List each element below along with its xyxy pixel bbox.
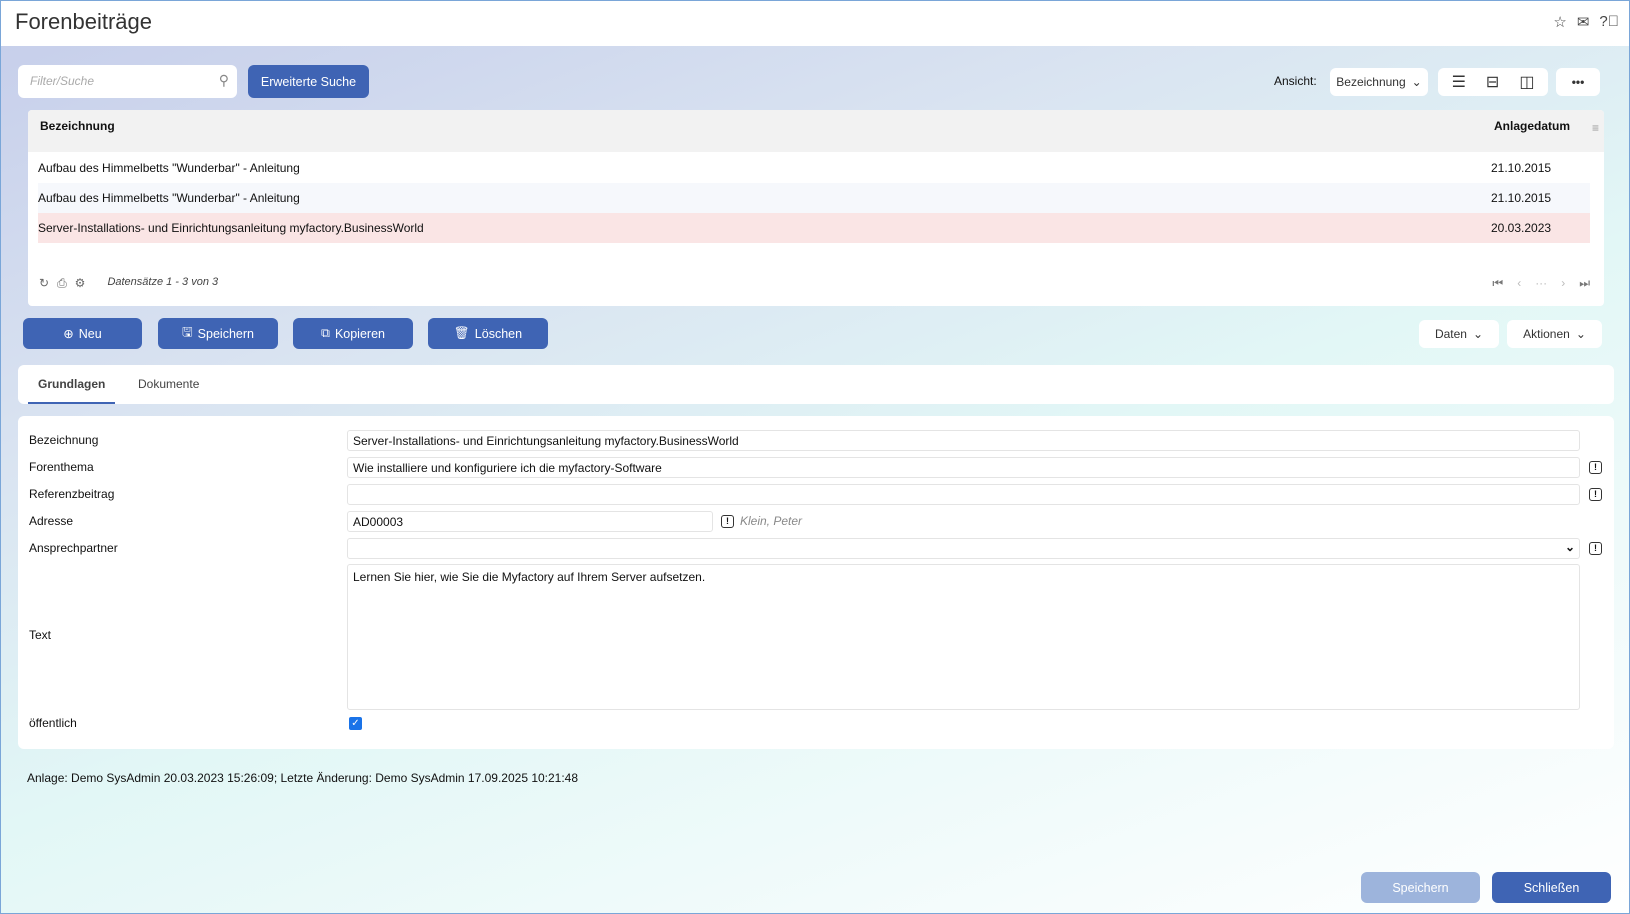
cell-bezeichnung: Server-Installations- und Einrichtungsan…	[38, 221, 424, 235]
label-adresse: Adresse	[29, 514, 74, 528]
column-menu-icon[interactable]: ≡	[1592, 121, 1599, 135]
tab-dokumente[interactable]: Dokumente	[128, 365, 209, 404]
save-button[interactable]: Speichern	[1361, 872, 1480, 903]
split-horizontal-icon[interactable]: ⊟	[1486, 72, 1499, 92]
more-options-button[interactable]: •••	[1556, 68, 1600, 96]
chevron-down-icon: ⌄	[1472, 327, 1484, 341]
audit-info: Anlage: Demo SysAdmin 20.03.2023 15:26:0…	[27, 771, 579, 785]
chevron-down-icon: ⌄	[1564, 540, 1575, 554]
label-bezeichnung: Bezeichnung	[29, 433, 99, 447]
adresse-field[interactable]: AD00003	[347, 511, 713, 532]
info-icon[interactable]: !	[721, 515, 734, 528]
star-icon[interactable]: ☆	[1553, 13, 1566, 31]
view-select-value: Bezeichnung	[1336, 75, 1406, 89]
advanced-search-button[interactable]: Erweiterte Suche	[248, 65, 369, 98]
help-icon[interactable]: ?⃝	[1599, 13, 1619, 31]
cell-datum: 20.03.2023	[1491, 221, 1552, 235]
delete-label: Löschen	[474, 326, 523, 341]
copy-icon: ⧉	[321, 326, 330, 340]
trash-icon: 🗑	[453, 326, 470, 340]
next-page-icon[interactable]: ›	[1561, 276, 1565, 291]
cell-bezeichnung: Aufbau des Himmelbetts "Wunderbar" - Anl…	[38, 161, 300, 175]
tab-grundlagen[interactable]: Grundlagen	[28, 365, 116, 404]
cell-bezeichnung: Aufbau des Himmelbetts "Wunderbar" - Anl…	[38, 191, 300, 205]
copy-button[interactable]: ⧉ Kopieren	[293, 318, 413, 349]
prev-page-icon[interactable]: ‹	[1517, 276, 1521, 291]
label-forenthema: Forenthema	[29, 460, 94, 474]
refresh-icon[interactable]: ↻	[39, 276, 49, 291]
adresse-name: Klein, Peter	[740, 514, 803, 528]
pagination: ⏮ ‹ ··· › ⏭	[1492, 276, 1590, 291]
new-label: Neu	[78, 326, 102, 341]
records-count: Datensätze 1 - 3 von 3	[107, 276, 219, 288]
grid-header: Bezeichnung Anlagedatum ≡	[28, 110, 1604, 152]
header-bar	[1, 1, 1629, 46]
split-vertical-icon[interactable]: ◫	[1519, 72, 1534, 92]
list-view-icon[interactable]: ☰	[1452, 72, 1466, 92]
print-icon[interactable]: ⎙	[57, 276, 67, 291]
search-icon: ⚲	[218, 72, 229, 88]
plus-circle-icon: ⊕	[63, 327, 74, 341]
label-oeffentlich: öffentlich	[29, 716, 77, 730]
label-referenzbeitrag: Referenzbeitrag	[29, 487, 115, 501]
search-input[interactable]: Filter/Suche ⚲	[18, 65, 237, 98]
page-title: Forenbeiträge	[15, 9, 152, 34]
actions-menu-button[interactable]: Aktionen ⌄	[1507, 320, 1602, 348]
new-button[interactable]: ⊕ Neu	[23, 318, 142, 349]
info-icon[interactable]: !	[1589, 542, 1602, 555]
floppy-icon: 🖫	[182, 325, 193, 339]
records-grid: Bezeichnung Anlagedatum ≡ Aufbau des Him…	[28, 110, 1604, 306]
chevron-down-icon: ⌄	[1411, 75, 1422, 89]
text-area[interactable]: Lernen Sie hier, wie Sie die Myfactory a…	[347, 564, 1580, 710]
label-ansprechpartner: Ansprechpartner	[29, 541, 118, 555]
column-header-anlagedatum[interactable]: Anlagedatum	[1494, 119, 1570, 133]
delete-button[interactable]: 🗑 Löschen	[428, 318, 548, 349]
cell-datum: 21.10.2015	[1491, 161, 1552, 175]
search-placeholder: Filter/Suche	[30, 74, 95, 88]
header-icons: ☆ ✉ ?⃝	[1553, 13, 1619, 31]
forenthema-field[interactable]: Wie installiere und konfiguriere ich die…	[347, 457, 1580, 478]
table-row[interactable]: Aufbau des Himmelbetts "Wunderbar" - Anl…	[38, 153, 1590, 183]
layout-toggle-group: ☰ ⊟ ◫	[1438, 68, 1548, 96]
save-record-button[interactable]: 🖫 Speichern	[158, 318, 278, 349]
actions-label: Aktionen	[1523, 327, 1570, 341]
grid-footer-tools: ↻ ⎙ ⚙ Datensätze 1 - 3 von 3	[39, 276, 218, 291]
pages-icon: ···	[1535, 276, 1548, 290]
referenzbeitrag-field[interactable]	[347, 484, 1580, 505]
info-icon[interactable]: !	[1589, 488, 1602, 501]
label-text: Text	[29, 628, 52, 642]
view-select[interactable]: Bezeichnung ⌄	[1330, 68, 1428, 96]
table-row-selected[interactable]: Server-Installations- und Einrichtungsan…	[38, 213, 1590, 243]
last-page-icon[interactable]: ⏭	[1579, 276, 1590, 291]
ansprechpartner-select[interactable]: ⌄	[347, 538, 1580, 559]
info-icon[interactable]: !	[1589, 461, 1602, 474]
data-label: Daten	[1434, 327, 1467, 341]
chevron-down-icon: ⌄	[1575, 327, 1586, 341]
column-header-bezeichnung[interactable]: Bezeichnung	[40, 119, 115, 133]
oeffentlich-checkbox[interactable]: ✓	[349, 717, 362, 730]
copy-label: Kopieren	[334, 326, 385, 341]
bezeichnung-field[interactable]: Server-Installations- und Einrichtungsan…	[347, 430, 1580, 451]
view-label: Ansicht:	[1274, 74, 1317, 88]
table-row[interactable]: Aufbau des Himmelbetts "Wunderbar" - Anl…	[38, 183, 1590, 213]
cell-datum: 21.10.2015	[1491, 191, 1552, 205]
detail-form: Bezeichnung Server-Installations- und Ei…	[18, 416, 1614, 749]
first-page-icon[interactable]: ⏮	[1492, 276, 1503, 291]
close-button[interactable]: Schließen	[1492, 872, 1611, 903]
mail-icon[interactable]: ✉	[1577, 13, 1590, 31]
data-menu-button[interactable]: Daten ⌄	[1419, 320, 1499, 348]
settings-icon[interactable]: ⚙	[75, 276, 86, 291]
tab-bar: Grundlagen Dokumente	[18, 365, 1614, 404]
save-label: Speichern	[197, 326, 254, 341]
